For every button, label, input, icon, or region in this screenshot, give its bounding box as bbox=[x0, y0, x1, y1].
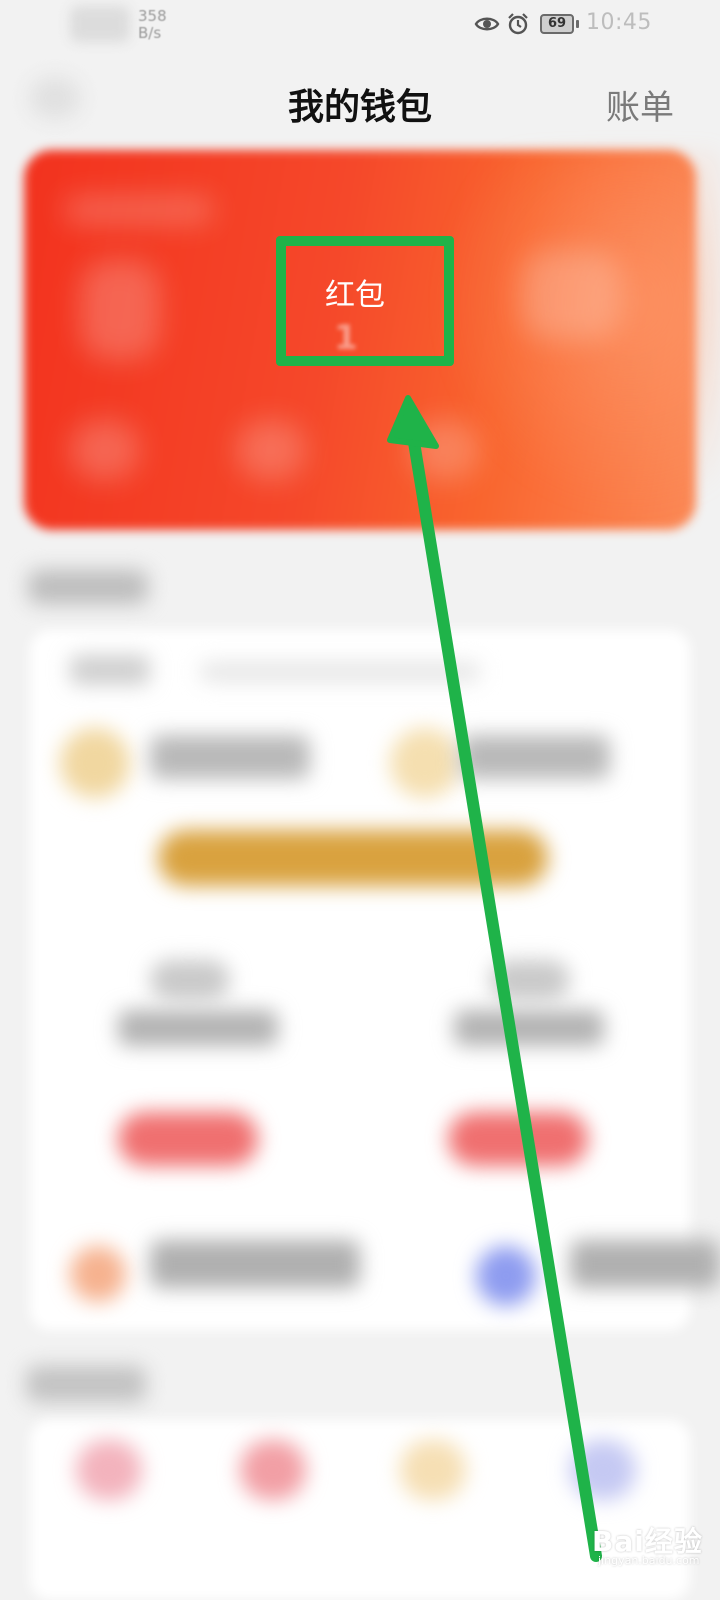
promo-icon-right bbox=[490, 960, 570, 1000]
coupon-text-right bbox=[460, 735, 610, 779]
panel-subheader-blur bbox=[200, 662, 480, 682]
baidu-jingyan-watermark: Bai经验 jingyan.baidu.com bbox=[548, 1512, 708, 1572]
card-blurred-action-3[interactable] bbox=[410, 420, 480, 480]
coupon-icon-left bbox=[60, 728, 130, 798]
card-blurred-action-2[interactable] bbox=[236, 420, 306, 480]
card-blurred-text bbox=[64, 196, 214, 224]
status-time: 10:45 bbox=[586, 10, 652, 35]
network-speed-unit: B/s bbox=[138, 24, 162, 42]
coupon-icon-right bbox=[390, 728, 460, 798]
bottom-icon-2[interactable] bbox=[240, 1440, 306, 1500]
gold-button-blur[interactable] bbox=[158, 830, 548, 886]
bottom-icon-3[interactable] bbox=[400, 1440, 466, 1500]
card-blurred-action-1[interactable] bbox=[70, 420, 140, 480]
network-speed: 358 B/s bbox=[138, 8, 167, 42]
battery-tip bbox=[576, 20, 579, 28]
top-app-bar: 我的钱包 账单 bbox=[0, 56, 720, 146]
promo-text-left bbox=[118, 1010, 278, 1046]
status-bar: 358 B/s 69 10:45 bbox=[0, 0, 720, 56]
bottom-icon-4[interactable] bbox=[570, 1440, 636, 1500]
card-blurred-item-right[interactable] bbox=[520, 250, 620, 340]
alarm-icon bbox=[508, 13, 528, 35]
status-notification-icons bbox=[70, 6, 130, 42]
bill-button[interactable]: 账单 bbox=[606, 80, 674, 129]
promo-button-left[interactable] bbox=[118, 1112, 258, 1166]
list-icon-left bbox=[70, 1246, 126, 1302]
bottom-icon-1[interactable] bbox=[76, 1440, 142, 1500]
highlight-box bbox=[276, 236, 454, 366]
promo-button-right[interactable] bbox=[448, 1112, 588, 1166]
promo-text-right bbox=[454, 1010, 604, 1046]
coupon-text-left bbox=[150, 735, 310, 779]
panel-header-blur bbox=[70, 655, 150, 685]
list-text-left bbox=[150, 1240, 360, 1288]
promo-icon-left bbox=[150, 960, 230, 1000]
list-text-right bbox=[570, 1240, 720, 1288]
card-blurred-item-left[interactable] bbox=[80, 260, 160, 360]
watermark-url: jingyan.baidu.com bbox=[598, 1554, 700, 1567]
list-icon-right bbox=[476, 1246, 536, 1306]
section2-heading-blur bbox=[26, 1366, 146, 1402]
eye-icon bbox=[474, 17, 500, 31]
battery-indicator: 69 bbox=[540, 14, 574, 34]
network-speed-value: 358 bbox=[138, 7, 167, 25]
paw-icon bbox=[551, 1519, 586, 1551]
section-heading-blur bbox=[28, 570, 148, 604]
